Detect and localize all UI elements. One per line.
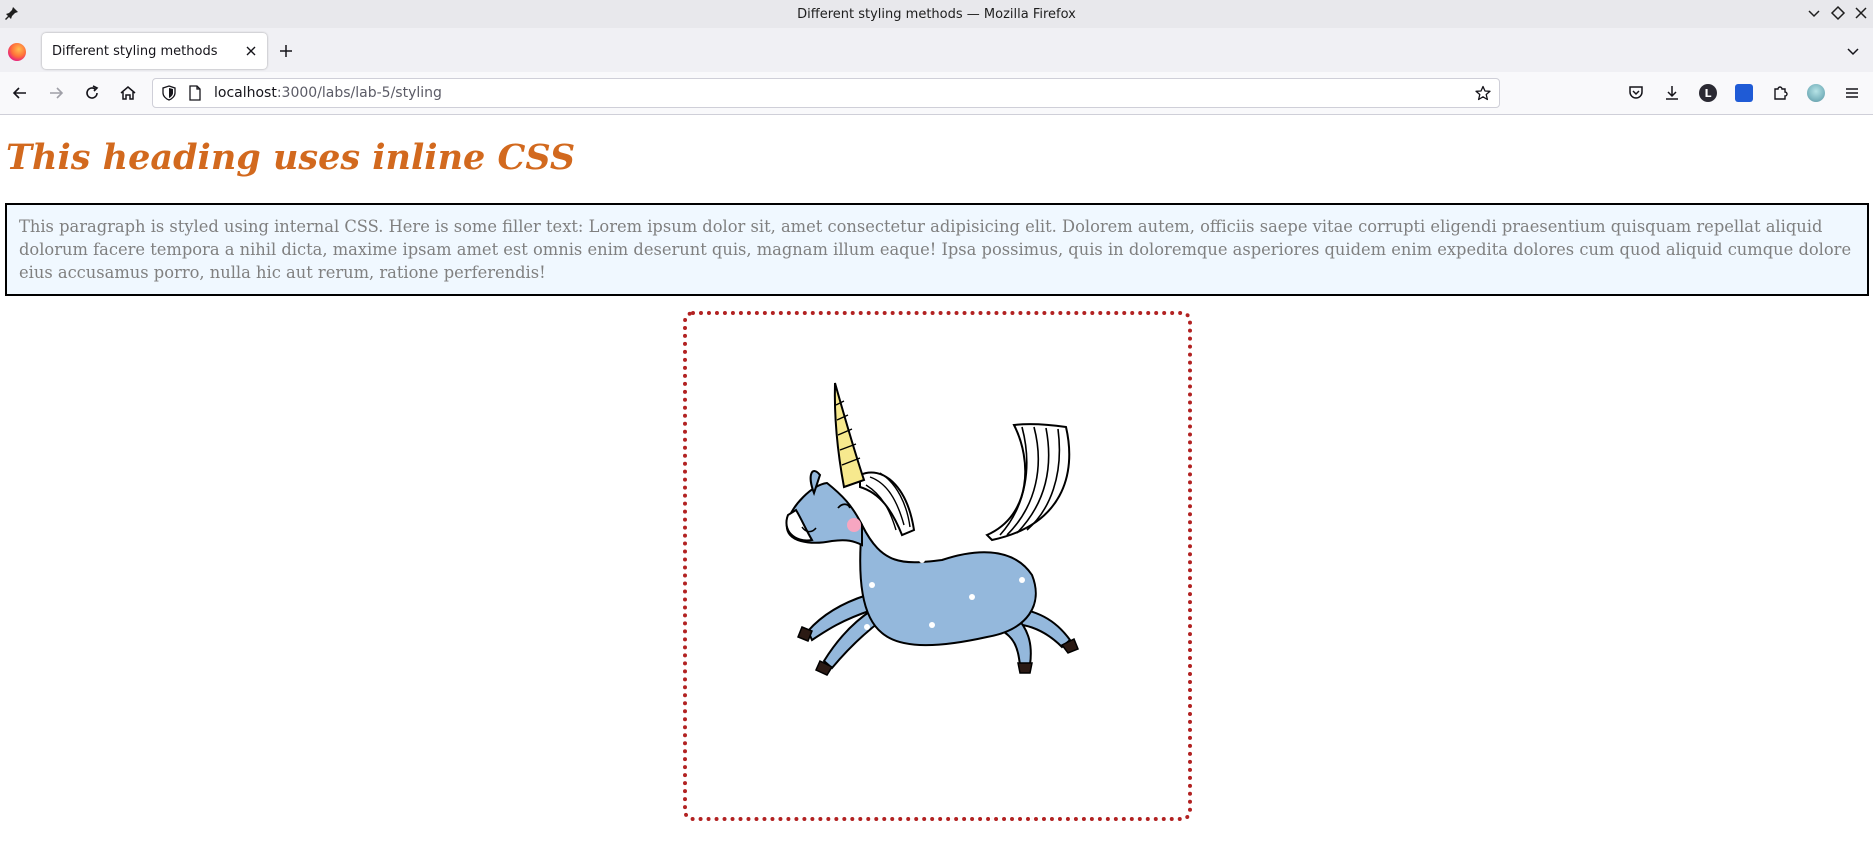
window-title: Different styling methods — Mozilla Fire… bbox=[797, 6, 1076, 22]
new-tab-icon[interactable] bbox=[278, 43, 294, 59]
tab-active[interactable]: Different styling methods bbox=[42, 33, 267, 69]
downloads-icon[interactable] bbox=[1663, 84, 1681, 102]
account-avatar-icon[interactable]: L bbox=[1699, 84, 1717, 102]
page-heading: This heading uses inline CSS bbox=[6, 137, 576, 178]
minimize-icon[interactable] bbox=[1806, 5, 1822, 21]
pocket-icon[interactable] bbox=[1627, 84, 1645, 102]
account-initial: L bbox=[1704, 86, 1712, 100]
url-path: :3000/labs/lab-5/styling bbox=[276, 85, 442, 101]
tracking-protection-shield-icon[interactable] bbox=[161, 85, 177, 101]
extension-icon[interactable] bbox=[1735, 84, 1753, 102]
hamburger-menu-icon[interactable] bbox=[1843, 84, 1861, 102]
home-icon[interactable] bbox=[119, 84, 137, 102]
close-tab-icon[interactable] bbox=[243, 43, 259, 59]
page-content: This heading uses inline CSS This paragr… bbox=[0, 115, 1873, 841]
bookmark-star-icon[interactable] bbox=[1475, 85, 1491, 101]
forward-icon[interactable] bbox=[47, 84, 65, 102]
styled-paragraph: This paragraph is styled using internal … bbox=[5, 203, 1869, 296]
firefox-logo-icon[interactable] bbox=[8, 43, 26, 61]
window-titlebar: Different styling methods — Mozilla Fire… bbox=[0, 0, 1873, 28]
page-info-icon[interactable] bbox=[187, 85, 203, 101]
close-window-icon[interactable] bbox=[1853, 5, 1869, 21]
unicorn-image bbox=[785, 382, 1079, 676]
maximize-icon[interactable] bbox=[1830, 5, 1846, 21]
pin-icon[interactable] bbox=[4, 5, 20, 21]
url-bar[interactable]: localhost:3000/labs/lab-5/styling bbox=[152, 78, 1500, 108]
url-host: localhost bbox=[214, 85, 277, 101]
url-text[interactable]: localhost:3000/labs/lab-5/styling bbox=[214, 85, 442, 101]
tab-title: Different styling methods bbox=[52, 43, 218, 59]
extensions-puzzle-icon[interactable] bbox=[1771, 84, 1789, 102]
list-all-tabs-icon[interactable] bbox=[1845, 43, 1861, 59]
profile-icon[interactable] bbox=[1807, 84, 1825, 102]
reload-icon[interactable] bbox=[83, 84, 101, 102]
back-icon[interactable] bbox=[11, 84, 29, 102]
image-frame bbox=[683, 311, 1192, 821]
